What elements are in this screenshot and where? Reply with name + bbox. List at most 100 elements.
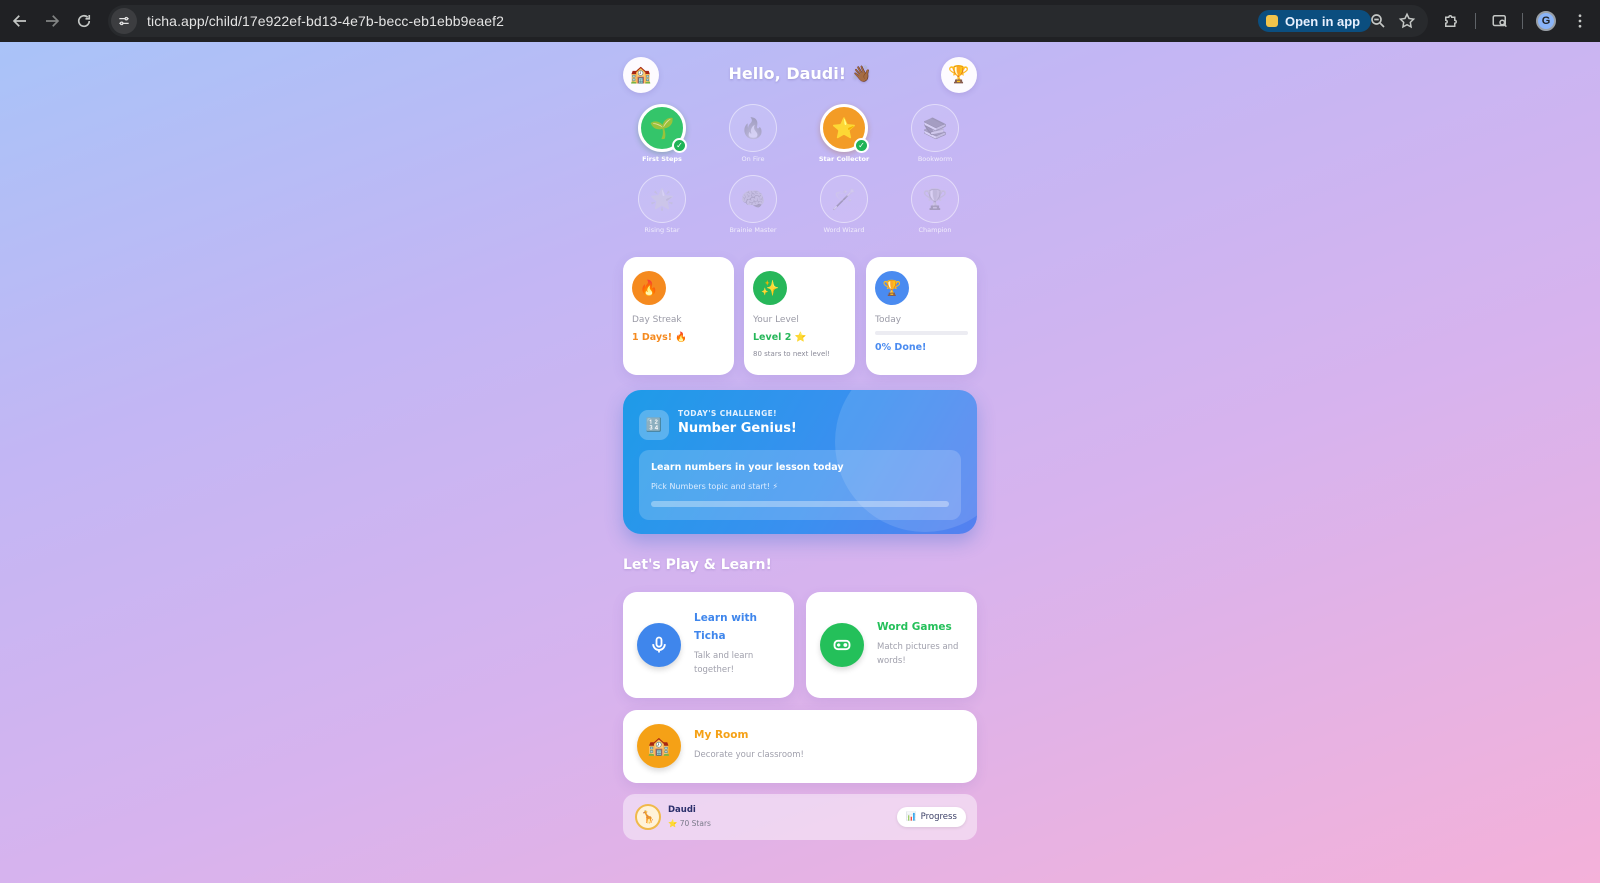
child-profile-bar: 🦒 Daudi ⭐ 70 Stars 📊 Progress (623, 794, 977, 840)
badge-circle: 🌱 ✓ (638, 104, 687, 153)
check-icon: ✓ (672, 138, 687, 153)
extensions-button[interactable] (1441, 11, 1461, 31)
challenge-progress-bar (651, 501, 949, 507)
badge-label: Star Collector (818, 155, 870, 163)
stat-card-level: ✨ Your Level Level 2 ⭐ 80 stars to next … (744, 257, 855, 375)
progress-label: Progress (920, 812, 957, 822)
sprout-icon: 🌱 (649, 116, 675, 140)
badge-label: Rising Star (644, 226, 680, 234)
stat-value: 0% Done! (875, 342, 927, 353)
check-icon: ✓ (854, 138, 869, 153)
challenge-title: Number Genius! (678, 421, 797, 436)
badge-circle: 🪄 (820, 175, 868, 223)
giraffe-avatar[interactable]: 🦒 (635, 804, 661, 830)
badge-label: Champion (918, 226, 952, 234)
badge-circle: 🏆 (911, 175, 959, 223)
arrow-left-icon (12, 15, 26, 27)
challenge-task-panel: Learn numbers in your lesson today Pick … (639, 450, 961, 520)
trophy-icon: 🏆 (948, 65, 970, 85)
numbers-icon: 🔢 (639, 410, 669, 440)
today-progress-bar (875, 331, 968, 335)
profile-avatar[interactable]: G (1536, 11, 1556, 31)
kebab-menu-icon (1578, 14, 1582, 28)
badge-circle: 🧠 (729, 175, 777, 223)
activity-title: Word Games (877, 621, 952, 633)
browser-toolbar: ticha.app/child/17e922ef-bd13-4e7b-becc-… (0, 0, 1600, 42)
daily-challenge-card[interactable]: 🔢 TODAY'S CHALLENGE! Number Genius! Lear… (623, 390, 977, 534)
badge-label: Bookworm (917, 155, 953, 163)
menu-button[interactable] (1570, 11, 1590, 31)
activity-description: Decorate your classroom! (694, 750, 804, 760)
reload-icon (77, 14, 91, 28)
trophy-icon: 🏆 (922, 187, 948, 211)
bookmark-button[interactable] (1397, 11, 1417, 31)
activity-title: My Room (694, 729, 749, 741)
stat-subtitle: 80 stars to next level! (753, 350, 830, 358)
back-button[interactable] (4, 5, 36, 37)
tab-search-icon (1492, 15, 1507, 28)
badge-label: Brainie Master (729, 226, 777, 234)
glowing-star-icon: 🌟 (649, 187, 675, 211)
badge-champion[interactable]: 🏆 Champion (898, 175, 972, 234)
progress-button[interactable]: 📊 Progress (897, 807, 966, 827)
challenge-hint: Pick Numbers topic and start! ⚡ (651, 482, 779, 491)
trophy-icon: 🏆 (875, 271, 909, 305)
stat-value: 1 Days! 🔥 (632, 332, 688, 343)
learn-with-ticha-card[interactable]: Learn with Ticha Talk and learn together… (623, 592, 794, 698)
open-in-app-button[interactable]: Open in app (1258, 10, 1372, 32)
word-games-card[interactable]: Word Games Match pictures and words! (806, 592, 977, 698)
badge-circle: 🔥 (729, 104, 777, 152)
toolbar-divider (1475, 13, 1476, 29)
stats-row: 🔥 Day Streak 1 Days! 🔥 ✨ Your Level Leve… (623, 257, 977, 375)
star-count: ⭐ 70 Stars (668, 819, 711, 828)
tab-search-button[interactable] (1490, 11, 1510, 31)
arrow-right-icon (46, 15, 60, 27)
gamepad-icon (820, 623, 864, 667)
site-info-button[interactable] (111, 8, 137, 34)
child-name: Daudi (668, 805, 696, 815)
badge-rising-star[interactable]: 🌟 Rising Star (625, 175, 699, 234)
microphone-icon (637, 623, 681, 667)
puzzle-icon (1445, 15, 1457, 27)
wand-icon: 🪄 (831, 187, 857, 211)
toolbar-divider (1522, 13, 1523, 29)
star-icon: ⭐ (831, 116, 857, 140)
address-bar[interactable]: ticha.app/child/17e922ef-bd13-4e7b-becc-… (108, 5, 1428, 37)
stat-title: Today (875, 315, 902, 325)
section-title: Let's Play & Learn! (623, 557, 772, 573)
tune-icon (119, 16, 129, 26)
badge-circle: 🌟 (638, 175, 686, 223)
url-text[interactable]: ticha.app/child/17e922ef-bd13-4e7b-becc-… (147, 13, 504, 29)
activity-title: Learn with Ticha (694, 612, 757, 642)
fire-icon: 🔥 (632, 271, 666, 305)
badge-bookworm[interactable]: 📚 Bookworm (898, 104, 972, 163)
activity-description: Talk and learn together! (694, 651, 754, 675)
challenge-kicker: TODAY'S CHALLENGE! (678, 409, 777, 418)
fire-icon: 🔥 (740, 116, 766, 140)
stat-card-streak: 🔥 Day Streak 1 Days! 🔥 (623, 257, 734, 375)
activity-description: Match pictures and words! (877, 642, 959, 666)
reload-button[interactable] (68, 5, 100, 37)
badge-grid: 🌱 ✓ First Steps 🔥 On Fire ⭐ ✓ Star Colle… (623, 104, 977, 244)
badge-word-wizard[interactable]: 🪄 Word Wizard (807, 175, 881, 234)
brain-icon: 🧠 (740, 187, 766, 211)
badge-circle: ⭐ ✓ (820, 104, 869, 153)
zoom-icon (1371, 14, 1385, 28)
forward-button[interactable] (36, 5, 68, 37)
app-icon (1266, 15, 1278, 27)
stat-title: Day Streak (632, 315, 682, 325)
badge-first-steps[interactable]: 🌱 ✓ First Steps (625, 104, 699, 163)
badge-label: First Steps (642, 155, 682, 163)
challenge-task: Learn numbers in your lesson today (651, 462, 844, 473)
badge-on-fire[interactable]: 🔥 On Fire (716, 104, 790, 163)
books-icon: 📚 (922, 116, 948, 140)
school-icon: 🏫 (637, 724, 681, 768)
bar-chart-icon: 📊 (906, 812, 917, 822)
badge-circle: 📚 (911, 104, 959, 152)
badge-label: On Fire (741, 155, 765, 163)
badge-star-collector[interactable]: ⭐ ✓ Star Collector (807, 104, 881, 163)
my-room-card[interactable]: 🏫 My Room Decorate your classroom! (623, 710, 977, 783)
badge-brainie-master[interactable]: 🧠 Brainie Master (716, 175, 790, 234)
zoom-button[interactable] (1368, 11, 1388, 31)
trophy-button[interactable]: 🏆 (941, 57, 977, 93)
